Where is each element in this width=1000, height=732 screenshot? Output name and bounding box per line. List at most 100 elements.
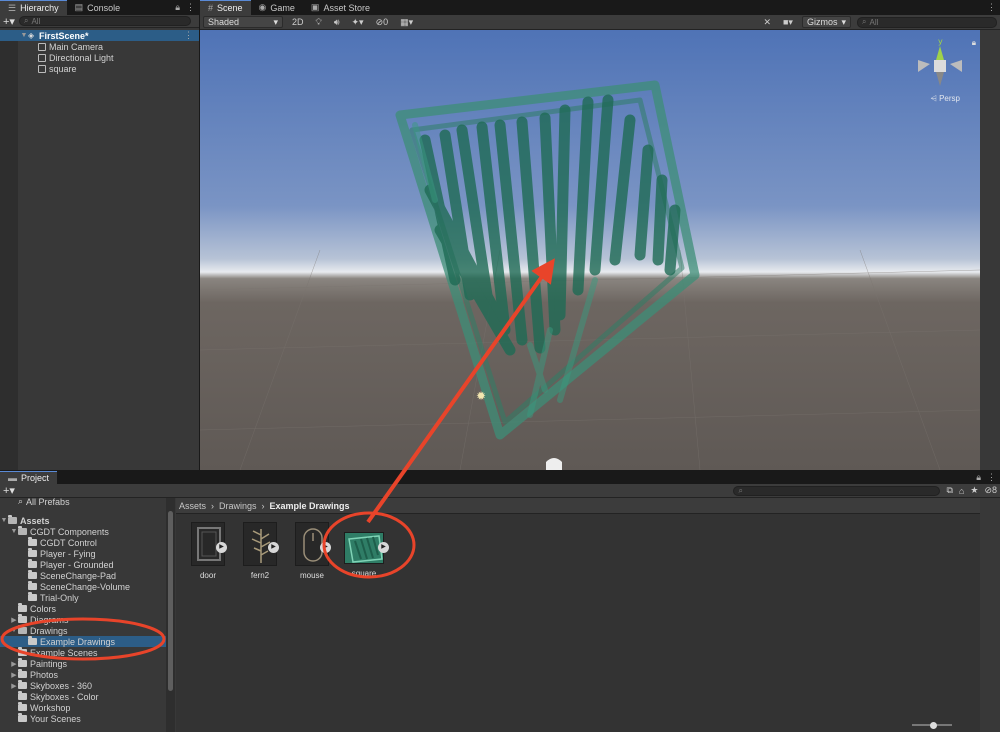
folder-label: Photos — [30, 669, 59, 680]
tab-asset-store[interactable]: ▣ Asset Store — [303, 0, 378, 15]
audio-toggle-icon[interactable]: 🔊︎ — [331, 16, 343, 28]
tab-scene[interactable]: # Scene — [200, 0, 251, 15]
slider-knob[interactable] — [930, 722, 937, 729]
folder-label: Diagrams — [30, 614, 69, 625]
lock-icon[interactable]: 🔒︎ — [976, 472, 981, 483]
breadcrumb-item[interactable]: Assets — [179, 501, 206, 511]
folder-label: Your Scenes — [30, 713, 81, 724]
folder-item[interactable]: Trial-Only — [0, 592, 175, 603]
folder-item[interactable]: SceneChange-Volume — [0, 581, 175, 592]
asset-fern2[interactable]: ▶ fern2 — [235, 522, 285, 580]
asset-mouse[interactable]: ▶ mouse — [287, 522, 337, 580]
favorite-star-icon[interactable]: ★ — [970, 485, 978, 496]
folder-item[interactable]: ▶ Photos — [0, 669, 175, 680]
folder-icon — [28, 581, 37, 590]
collapse-arrow-icon[interactable]: ▶ — [10, 671, 18, 679]
folder-item[interactable]: Player - Grounded — [0, 559, 175, 570]
folder-item[interactable]: ▶ Skyboxes - 360 — [0, 680, 175, 691]
scene-root-item[interactable]: ▼ ◈ FirstScene* ⋮ — [0, 30, 199, 41]
2d-toggle-button[interactable]: 2D — [289, 16, 307, 28]
collapse-arrow-icon[interactable]: ▶ — [10, 682, 18, 690]
kebab-menu-icon[interactable]: ⋮ — [184, 30, 193, 41]
kebab-menu-icon[interactable]: ⋮ — [987, 472, 996, 483]
play-icon[interactable]: ▶ — [320, 542, 331, 553]
light-gizmo-icon[interactable]: ✹ — [476, 389, 486, 403]
play-icon[interactable]: ▶ — [268, 542, 279, 553]
folder-item[interactable]: Example Drawings — [0, 636, 175, 647]
breadcrumb-item[interactable]: Example Drawings — [270, 501, 350, 511]
chevron-right-icon: › — [261, 500, 265, 511]
folder-item[interactable]: ▼ Assets — [0, 515, 175, 526]
tab-hierarchy[interactable]: ☰ Hierarchy — [0, 0, 67, 15]
scene-viewport[interactable]: ✹ y ⩤ Persp 🔒︎ — [200, 30, 980, 470]
folder-item[interactable]: ▼ CGDT Components — [0, 526, 175, 537]
folder-icon — [18, 603, 27, 612]
play-icon[interactable]: ▶ — [378, 542, 389, 553]
lock-icon[interactable]: 🔒︎ — [175, 2, 180, 13]
tab-game[interactable]: ◉ Game — [251, 0, 303, 15]
tools-icon[interactable]: ✕ — [760, 16, 774, 28]
search-by-type-icon[interactable]: ⧉ — [946, 485, 952, 496]
tab-console[interactable]: ▤ Console — [67, 0, 129, 15]
hierarchy-search-input[interactable]: ⌕ All — [18, 16, 191, 26]
favorite-item[interactable]: ⌕ All Prefabs — [0, 498, 175, 507]
scene-search-input[interactable]: ⌕ All — [857, 16, 997, 28]
camera-gizmo-icon[interactable] — [546, 458, 562, 470]
hidden-packages-toggle[interactable]: ⊘8 — [984, 485, 997, 496]
folder-item[interactable]: ▶ Diagrams — [0, 614, 175, 625]
folder-item[interactable]: Workshop — [0, 702, 175, 713]
perspective-label[interactable]: ⩤ Persp — [930, 94, 960, 104]
lock-icon[interactable]: 🔒︎ — [972, 38, 976, 48]
eye-off-icon: ⊘ — [984, 485, 992, 495]
folder-item[interactable]: ▶ Paintings — [0, 658, 175, 669]
square-drawing[interactable] — [395, 80, 700, 440]
folder-icon — [18, 702, 27, 711]
hierarchy-item[interactable]: square — [0, 63, 199, 74]
add-object-button[interactable]: +▾ — [3, 15, 15, 28]
folder-item[interactable]: SceneChange-Pad — [0, 570, 175, 581]
expand-arrow-icon[interactable]: ▼ — [20, 32, 28, 39]
kebab-menu-icon[interactable]: ⋮ — [186, 2, 195, 13]
play-icon[interactable]: ▶ — [216, 542, 227, 553]
folder-item[interactable]: Colors — [0, 603, 175, 614]
tree-scrollbar-thumb[interactable] — [168, 511, 173, 691]
folder-item[interactable]: ▼ Drawings — [0, 625, 175, 636]
folder-item[interactable]: CGDT Control — [0, 537, 175, 548]
shading-mode-dropdown[interactable]: Shaded ▾ — [203, 16, 283, 28]
scene-toolbar: Shaded ▾ 2D 💡︎ 🔊︎ ✦▾ ⊘ 0 ▦▾ ✕ ■▾ Gizmos … — [200, 15, 1000, 30]
expand-arrow-icon[interactable]: ▼ — [0, 517, 8, 524]
camera-settings-icon[interactable]: ■▾ — [780, 16, 796, 28]
folder-item[interactable]: Player - Fying — [0, 548, 175, 559]
folder-item[interactable]: Your Scenes — [0, 713, 175, 724]
gizmos-dropdown[interactable]: Gizmos ▾ — [801, 16, 851, 28]
folder-icon — [18, 691, 27, 700]
grid-toggle-icon[interactable]: ▦▾ — [397, 16, 416, 28]
expand-arrow-icon[interactable]: ▼ — [10, 528, 18, 535]
hierarchy-item[interactable]: Directional Light — [0, 52, 199, 63]
collapse-arrow-icon[interactable]: ▶ — [10, 616, 18, 624]
asset-door[interactable]: ▶ door — [183, 522, 233, 580]
search-by-label-icon[interactable]: ⌂ — [959, 486, 964, 496]
folder-label: SceneChange-Pad — [40, 570, 117, 581]
axis-y-label: y — [938, 37, 943, 46]
create-asset-button[interactable]: +▾ — [3, 484, 15, 497]
folder-item[interactable]: Example Scenes — [0, 647, 175, 658]
kebab-menu-icon[interactable]: ⋮ — [987, 2, 996, 13]
lighting-toggle-icon[interactable]: 💡︎ — [313, 16, 325, 28]
hierarchy-item[interactable]: Main Camera — [0, 41, 199, 52]
folder-icon — [28, 548, 37, 557]
chevron-down-icon: ▾ — [273, 16, 278, 27]
project-search-input[interactable]: ⌕ — [733, 485, 941, 496]
grid-icon: # — [208, 3, 214, 13]
collapse-arrow-icon[interactable]: ▶ — [10, 660, 18, 668]
folder-item[interactable]: Skyboxes - Color — [0, 691, 175, 702]
effects-dropdown-icon[interactable]: ✦▾ — [349, 16, 367, 28]
tab-project[interactable]: ▬ Project — [0, 471, 58, 484]
expand-arrow-icon[interactable]: ▼ — [10, 627, 18, 634]
axis-neg-y-cone-icon — [936, 72, 944, 86]
hidden-objects-toggle[interactable]: ⊘ 0 — [373, 16, 392, 28]
breadcrumb-item[interactable]: Drawings — [219, 501, 257, 511]
hierarchy-toolbar: +▾ ⌕ All — [0, 15, 199, 28]
asset-square[interactable]: ▶ square — [339, 522, 389, 578]
